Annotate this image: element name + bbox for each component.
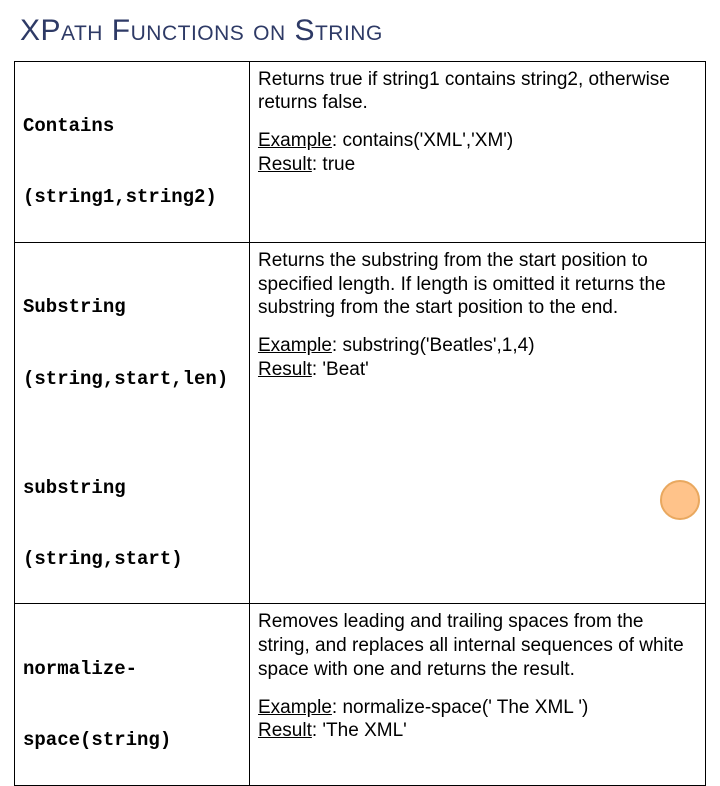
- description-cell: Returns true if string1 contains string2…: [250, 61, 706, 242]
- slide: XPath Functions on String Contains (stri…: [0, 0, 720, 540]
- fn-name: Contains: [23, 115, 114, 137]
- fn-args-alt: (string,start): [23, 548, 183, 570]
- function-cell: Contains (string1,string2): [15, 61, 250, 242]
- example-label: Example: [258, 130, 332, 151]
- fn-args: space(string): [23, 729, 171, 751]
- fn-name: normalize-: [23, 658, 137, 680]
- fn-args: (string,start,len): [23, 368, 228, 390]
- functions-table: Contains (string1,string2) Returns true …: [14, 61, 706, 786]
- description-cell: Removes leading and trailing spaces from…: [250, 604, 706, 785]
- result-label: Result: [258, 720, 312, 741]
- result-label: Result: [258, 154, 312, 175]
- description-text: Returns the substring from the start pos…: [258, 249, 697, 320]
- function-cell: Substring (string,start,len) substring (…: [15, 242, 250, 604]
- fn-args: (string1,string2): [23, 186, 217, 208]
- page-title: XPath Functions on String: [20, 14, 706, 49]
- fn-name-alt: substring: [23, 477, 126, 499]
- description-text: Removes leading and trailing spaces from…: [258, 610, 697, 681]
- decorative-dot-icon: [660, 480, 700, 520]
- result-text: : true: [312, 154, 355, 175]
- description-cell: Returns the substring from the start pos…: [250, 242, 706, 604]
- fn-name: Substring: [23, 296, 126, 318]
- example-text: : contains('XML','XM'): [332, 130, 513, 151]
- result-text: : 'The XML': [312, 720, 407, 741]
- result-text: : 'Beat': [312, 359, 369, 380]
- table-row: Contains (string1,string2) Returns true …: [15, 61, 706, 242]
- function-cell: normalize- space(string): [15, 604, 250, 785]
- example-text: : normalize-space(' The XML '): [332, 697, 588, 718]
- result-label: Result: [258, 359, 312, 380]
- example-label: Example: [258, 697, 332, 718]
- table-row: Substring (string,start,len) substring (…: [15, 242, 706, 604]
- example-text: : substring('Beatles',1,4): [332, 335, 535, 356]
- table-row: normalize- space(string) Removes leading…: [15, 604, 706, 785]
- example-label: Example: [258, 335, 332, 356]
- description-text: Returns true if string1 contains string2…: [258, 68, 697, 116]
